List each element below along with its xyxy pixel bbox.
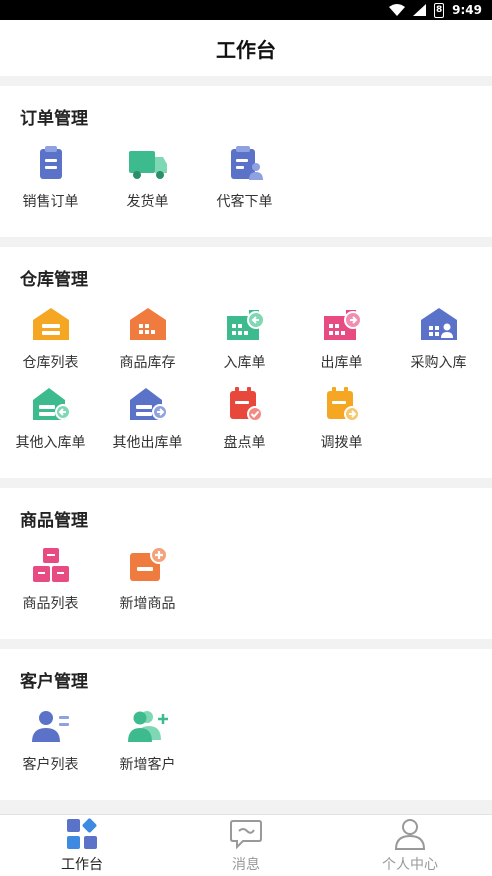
page-title: 工作台 (216, 37, 276, 62)
item-label: 仓库列表 (22, 355, 79, 371)
purchase-inbound-button[interactable]: 采购入库 (390, 304, 487, 372)
calendar-transfer-icon (326, 387, 360, 422)
tab-profile[interactable]: 个人中心 (328, 815, 492, 876)
truck-icon (128, 151, 167, 179)
item-label: 新增客户 (119, 757, 176, 773)
item-label: 其他出库单 (112, 435, 183, 451)
tab-label: 工作台 (61, 857, 103, 873)
user-list-icon (31, 711, 69, 742)
other-inbound-button[interactable]: 其他入库单 (2, 384, 99, 452)
outbound-icon (323, 310, 362, 340)
calendar-check-icon (229, 387, 263, 422)
section-product-management: 商品管理 商品列表 新增商品 (0, 488, 492, 639)
item-label: 其他入库单 (15, 435, 86, 451)
section-title: 客户管理 (20, 672, 88, 692)
transfer-order-button[interactable]: 调拨单 (293, 384, 390, 452)
bottom-tab-bar: 工作台 消息 个人中心 (0, 814, 492, 876)
add-product-button[interactable]: 新增商品 (99, 545, 196, 613)
item-label: 调拨单 (320, 435, 363, 451)
sales-order-button[interactable]: 销售订单 (2, 143, 99, 211)
item-label: 商品列表 (22, 596, 79, 612)
item-label: 发货单 (126, 194, 169, 210)
workbench-content[interactable]: 订单管理 销售订单 发货单 代客下单 仓库管理 仓库列表 商品库存 入库单 出库… (0, 76, 492, 814)
app-header: 工作台 (0, 20, 492, 76)
clipboard-icon (39, 146, 62, 179)
item-label: 入库单 (223, 355, 266, 371)
item-label: 新增商品 (119, 596, 176, 612)
item-label: 代客下单 (216, 194, 273, 210)
section-title: 仓库管理 (20, 270, 88, 290)
proxy-order-button[interactable]: 代客下单 (196, 143, 293, 211)
item-label: 出库单 (320, 355, 363, 371)
clock-time: 9:49 (452, 3, 482, 17)
box-add-icon (129, 546, 168, 581)
section-order-management: 订单管理 销售订单 发货单 代客下单 (0, 86, 492, 237)
tab-label: 消息 (232, 857, 260, 873)
inbound-icon (226, 310, 265, 340)
add-customer-button[interactable]: 新增客户 (99, 706, 196, 774)
status-bar: 8 9:49 (0, 0, 492, 20)
inbound-order-button[interactable]: 入库单 (196, 304, 293, 372)
section-warehouse-management: 仓库管理 仓库列表 商品库存 入库单 出库单 采购入库 其他入库单 其他出库单 … (0, 247, 492, 478)
product-list-button[interactable]: 商品列表 (2, 545, 99, 613)
tab-label: 个人中心 (382, 857, 438, 873)
clipboard-user-icon (230, 146, 263, 180)
item-label: 采购入库 (410, 355, 467, 371)
battery-level: 8 (436, 5, 443, 15)
tab-messages[interactable]: 消息 (164, 815, 328, 876)
item-label: 销售订单 (22, 194, 79, 210)
other-outbound-button[interactable]: 其他出库单 (99, 384, 196, 452)
battery-icon: 8 (434, 2, 445, 18)
signal-icon (413, 4, 427, 16)
user-icon (394, 819, 426, 850)
chat-bubble-icon (230, 820, 262, 850)
grid-diamond-icon (67, 818, 97, 849)
stocktake-order-button[interactable]: 盘点单 (196, 384, 293, 452)
wifi-icon (389, 4, 406, 16)
warehouse-inbound-icon (32, 388, 71, 420)
section-customer-management: 客户管理 客户列表 新增客户 (0, 649, 492, 800)
customer-list-button[interactable]: 客户列表 (2, 706, 99, 774)
warehouse-icon (32, 308, 69, 340)
warehouse-user-icon (420, 308, 457, 340)
tab-workbench[interactable]: 工作台 (0, 815, 164, 876)
section-title: 订单管理 (20, 109, 88, 129)
item-label: 客户列表 (22, 757, 79, 773)
item-label: 盘点单 (223, 435, 266, 451)
product-inventory-button[interactable]: 商品库存 (99, 304, 196, 372)
warehouse-list-button[interactable]: 仓库列表 (2, 304, 99, 372)
item-label: 商品库存 (119, 355, 176, 371)
warehouse-outbound-icon (129, 388, 168, 420)
boxes-icon (32, 548, 69, 582)
warehouse-boxes-icon (129, 308, 166, 340)
section-title: 商品管理 (20, 511, 88, 531)
users-add-icon (127, 711, 168, 742)
delivery-note-button[interactable]: 发货单 (99, 143, 196, 211)
outbound-order-button[interactable]: 出库单 (293, 304, 390, 372)
